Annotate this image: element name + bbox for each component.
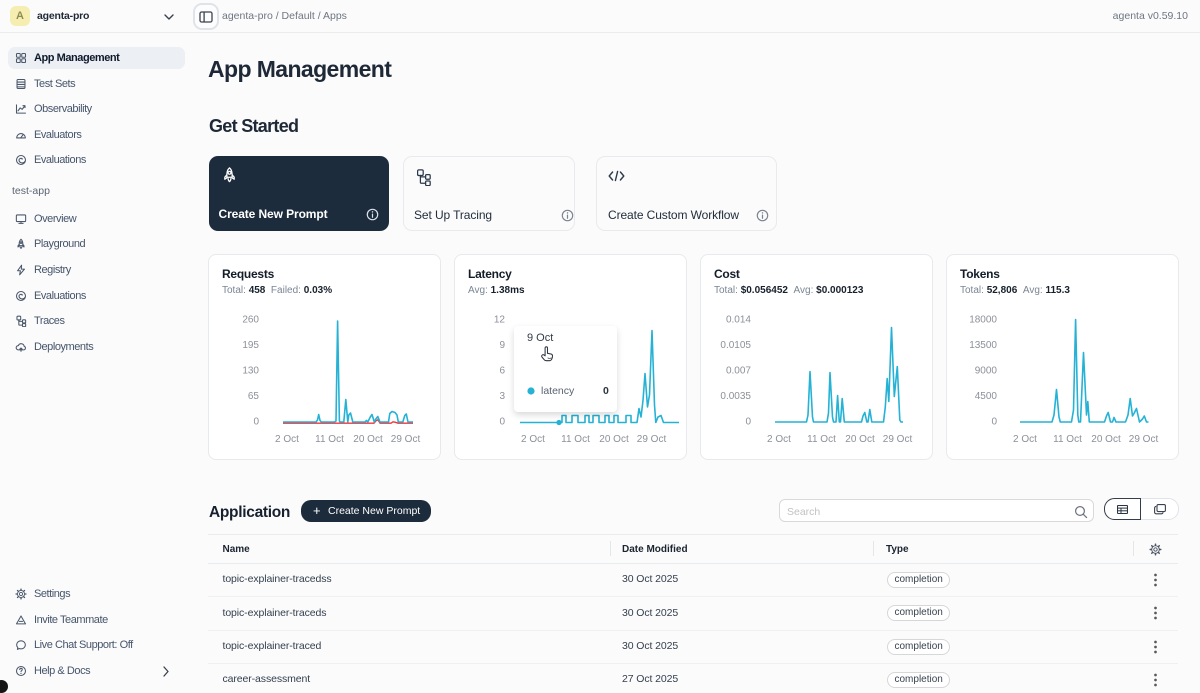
svg-text:9: 9 <box>499 340 505 351</box>
svg-text:20 Oct: 20 Oct <box>845 434 875 445</box>
svg-text:2 Oct: 2 Oct <box>767 434 791 445</box>
svg-text:29 Oct: 29 Oct <box>1129 434 1159 445</box>
svg-text:2 Oct: 2 Oct <box>275 434 299 445</box>
svg-text:195: 195 <box>242 340 259 351</box>
svg-text:29 Oct: 29 Oct <box>883 434 913 445</box>
svg-text:130: 130 <box>242 366 259 377</box>
svg-text:20 Oct: 20 Oct <box>1091 434 1121 445</box>
svg-text:29 Oct: 29 Oct <box>637 434 667 445</box>
svg-text:0.007: 0.007 <box>726 366 751 377</box>
svg-text:0.0035: 0.0035 <box>720 391 751 402</box>
svg-text:11 Oct: 11 Oct <box>561 434 590 445</box>
svg-text:11 Oct: 11 Oct <box>315 434 344 445</box>
svg-text:18000: 18000 <box>969 315 997 326</box>
svg-text:6: 6 <box>499 366 505 377</box>
svg-text:29 Oct: 29 Oct <box>391 434 421 445</box>
svg-text:0.014: 0.014 <box>726 315 751 326</box>
svg-text:13500: 13500 <box>969 340 997 351</box>
svg-text:4500: 4500 <box>975 391 998 402</box>
svg-text:2 Oct: 2 Oct <box>521 434 545 445</box>
svg-text:20 Oct: 20 Oct <box>353 434 383 445</box>
svg-text:65: 65 <box>248 391 260 402</box>
svg-text:260: 260 <box>242 315 259 326</box>
svg-text:12: 12 <box>494 315 506 326</box>
svg-text:2 Oct: 2 Oct <box>1013 434 1037 445</box>
svg-text:3: 3 <box>499 391 505 402</box>
svg-text:9000: 9000 <box>975 366 998 377</box>
svg-text:0: 0 <box>499 417 505 428</box>
svg-text:0.0105: 0.0105 <box>720 340 751 351</box>
svg-text:11 Oct: 11 Oct <box>807 434 836 445</box>
svg-text:0: 0 <box>253 417 259 428</box>
svg-text:20 Oct: 20 Oct <box>599 434 629 445</box>
svg-text:0: 0 <box>991 417 997 428</box>
svg-text:11 Oct: 11 Oct <box>1053 434 1082 445</box>
svg-text:0: 0 <box>745 417 751 428</box>
